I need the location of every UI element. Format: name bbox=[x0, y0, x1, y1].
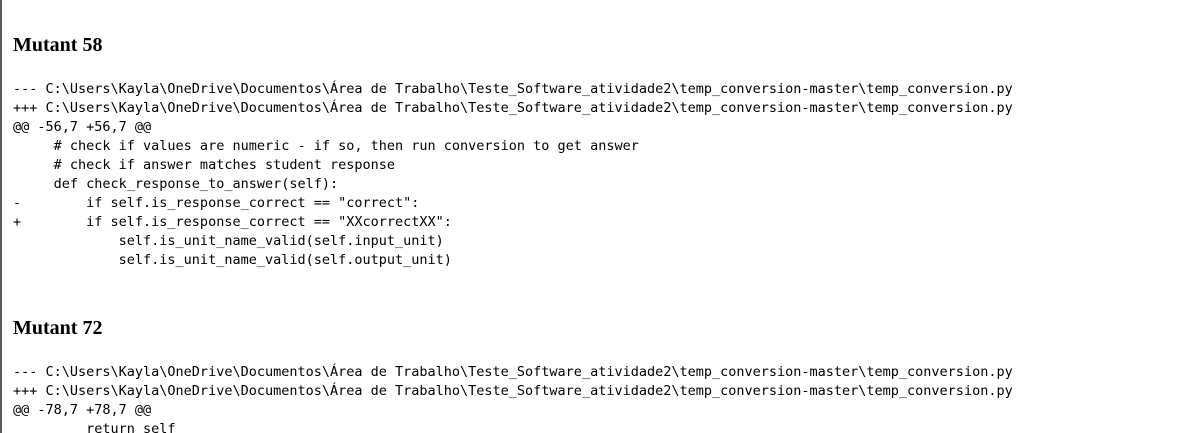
diff-header-new: +++ C:\Users\Kayla\OneDrive\Documentos\Á… bbox=[13, 383, 1013, 399]
diff-context-line: def check_response_to_answer(self): bbox=[13, 176, 339, 192]
diff-added-line: + if self.is_response_correct == "XXcorr… bbox=[13, 214, 452, 230]
diff-hunk-header: @@ -56,7 +56,7 @@ bbox=[13, 119, 152, 135]
diff-context-line: self.is_unit_name_valid(self.output_unit… bbox=[13, 252, 452, 268]
diff-block: --- C:\Users\Kayla\OneDrive\Documentos\Á… bbox=[13, 363, 1013, 433]
mutant-title: Mutant 58 bbox=[13, 34, 103, 56]
diff-header-new: +++ C:\Users\Kayla\OneDrive\Documentos\Á… bbox=[13, 100, 1013, 116]
diff-context-line: # check if answer matches student respon… bbox=[13, 157, 396, 173]
mutant-section-58: Mutant 58 --- C:\Users\Kayla\OneDrive\Do… bbox=[13, 33, 1013, 270]
mutant-title: Mutant 72 bbox=[13, 317, 103, 339]
diff-header-old: --- C:\Users\Kayla\OneDrive\Documentos\Á… bbox=[13, 364, 1013, 380]
diff-context-line: self.is_unit_name_valid(self.input_unit) bbox=[13, 233, 444, 249]
diff-context-line: # check if values are numeric - if so, t… bbox=[13, 138, 639, 154]
diff-block: --- C:\Users\Kayla\OneDrive\Documentos\Á… bbox=[13, 80, 1013, 270]
diff-header-old: --- C:\Users\Kayla\OneDrive\Documentos\Á… bbox=[13, 81, 1013, 97]
diff-removed-line: - if self.is_response_correct == "correc… bbox=[13, 195, 420, 211]
mutation-report-page: Mutant 58 --- C:\Users\Kayla\OneDrive\Do… bbox=[0, 0, 1181, 433]
diff-hunk-header: @@ -78,7 +78,7 @@ bbox=[13, 402, 152, 418]
mutant-section-72: Mutant 72 --- C:\Users\Kayla\OneDrive\Do… bbox=[13, 316, 1013, 433]
diff-context-line: return self bbox=[13, 421, 176, 433]
